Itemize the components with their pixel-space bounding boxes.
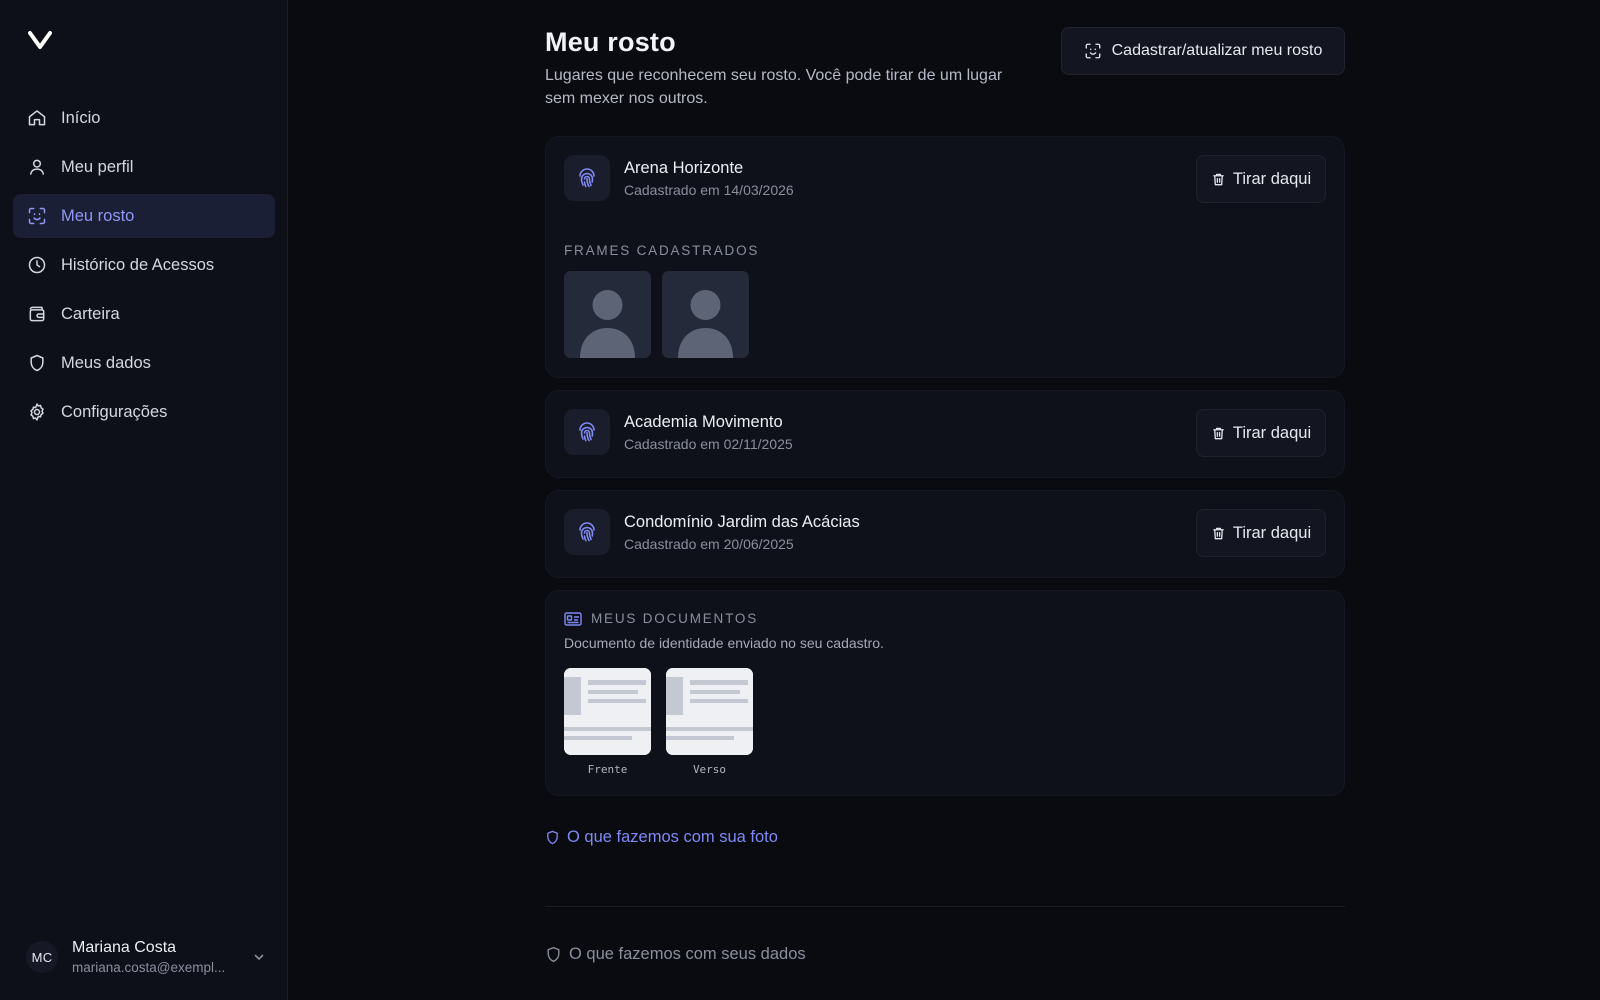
fingerprint-icon (564, 409, 610, 455)
place-date: Cadastrado em 20/06/2025 (624, 535, 794, 552)
user-email: mariana.costa@exempl... (72, 960, 226, 975)
document-caption: Frente (587, 763, 628, 776)
photo-info-link[interactable]: O que fazemos com sua foto (545, 828, 778, 847)
sidebar-item-meu-perfil[interactable]: Meu perfil (13, 145, 275, 189)
sidebar-nav: Início Meu perfil Meu rosto Histórico de… (13, 96, 275, 439)
wallet-icon (26, 303, 48, 325)
frames-list (564, 271, 760, 358)
user-name: Mariana Costa (72, 939, 177, 956)
place-name: Arena Horizonte (624, 158, 744, 177)
shield-icon (547, 946, 560, 963)
sidebar-item-label: Meu perfil (61, 157, 134, 176)
place-name: Academia Movimento (624, 412, 783, 431)
fingerprint-icon (564, 509, 610, 555)
documents-description: Documento de identidade enviado no seu c… (564, 635, 884, 651)
face-scan-icon (26, 205, 48, 227)
user-icon (26, 156, 48, 178)
sidebar-item-carteira[interactable]: Carteira (13, 292, 275, 336)
user-menu[interactable]: MC Mariana Costa mariana.costa@exempl... (26, 936, 266, 978)
shield-icon (26, 352, 48, 374)
id-card-icon (564, 611, 582, 626)
gear-icon (26, 401, 48, 423)
v-logo-icon[interactable] (28, 30, 52, 50)
document-back[interactable]: Verso (666, 668, 753, 776)
sidebar-item-historico[interactable]: Histórico de Acessos (13, 243, 275, 287)
trash-icon (1213, 427, 1224, 439)
place-date: Cadastrado em 14/03/2026 (624, 181, 794, 198)
avatar: MC (26, 941, 58, 973)
data-info-link[interactable]: O que fazemos com seus dados (545, 945, 806, 964)
remove-label: Tirar daqui (1232, 523, 1312, 542)
place-card: Arena Horizonte Cadastrado em 14/03/2026… (545, 136, 1345, 378)
remove-label: Tirar daqui (1232, 423, 1312, 442)
sidebar-item-configuracoes[interactable]: Configurações (13, 390, 275, 434)
documents-title: MEUS DOCUMENTOS (591, 611, 759, 626)
trash-icon (1213, 527, 1224, 539)
document-front-thumbnail[interactable] (564, 668, 651, 755)
divider (545, 906, 1345, 907)
document-back-thumbnail[interactable] (666, 668, 753, 755)
fingerprint-icon (564, 155, 610, 201)
home-icon (26, 107, 48, 129)
sidebar-item-inicio[interactable]: Início (13, 96, 275, 140)
remove-place-button[interactable]: Tirar daqui (1196, 409, 1326, 457)
documents-card: MEUS DOCUMENTOS Documento de identidade … (545, 590, 1345, 796)
sidebar-item-label: Início (61, 108, 101, 127)
place-date: Cadastrado em 02/11/2025 (624, 435, 793, 452)
document-front[interactable]: Frente (564, 668, 651, 776)
face-scan-icon (1085, 43, 1101, 59)
data-info-label: O que fazemos com seus dados (569, 945, 806, 963)
face-frame-thumbnail[interactable] (662, 271, 749, 358)
remove-label: Tirar daqui (1232, 169, 1312, 188)
place-name: Condomínio Jardim das Acácias (624, 512, 860, 531)
chevron-down-icon[interactable] (252, 950, 266, 964)
sidebar-item-meus-dados[interactable]: Meus dados (13, 341, 275, 385)
sidebar-item-label: Histórico de Acessos (61, 255, 215, 274)
register-face-label: Cadastrar/atualizar meu rosto (1111, 42, 1323, 59)
page-title: Meu rosto (545, 27, 676, 57)
sidebar-item-meu-rosto[interactable]: Meu rosto (13, 194, 275, 238)
trash-icon (1213, 173, 1224, 185)
face-frame-thumbnail[interactable] (564, 271, 651, 358)
photo-info-label: O que fazemos com sua foto (567, 828, 778, 846)
documents-list: Frente Verso (564, 668, 768, 776)
remove-place-button[interactable]: Tirar daqui (1196, 155, 1326, 203)
sidebar-item-label: Configurações (61, 402, 168, 421)
place-card: Condomínio Jardim das Acácias Cadastrado… (545, 490, 1345, 578)
sidebar-item-label: Meus dados (61, 353, 151, 372)
register-face-button[interactable]: Cadastrar/atualizar meu rosto (1061, 27, 1345, 75)
place-card: Academia Movimento Cadastrado em 02/11/2… (545, 390, 1345, 478)
document-caption: Verso (692, 763, 727, 776)
sidebar: Início Meu perfil Meu rosto Histórico de… (0, 0, 288, 1000)
shield-icon (547, 830, 558, 845)
page-subtitle: Lugares que reconhecem seu rosto. Você p… (545, 67, 1003, 107)
remove-place-button[interactable]: Tirar daqui (1196, 509, 1326, 557)
clock-icon (26, 254, 48, 276)
sidebar-item-label: Carteira (61, 304, 120, 323)
sidebar-item-label: Meu rosto (61, 206, 135, 225)
frames-label: FRAMES CADASTRADOS (564, 243, 760, 258)
